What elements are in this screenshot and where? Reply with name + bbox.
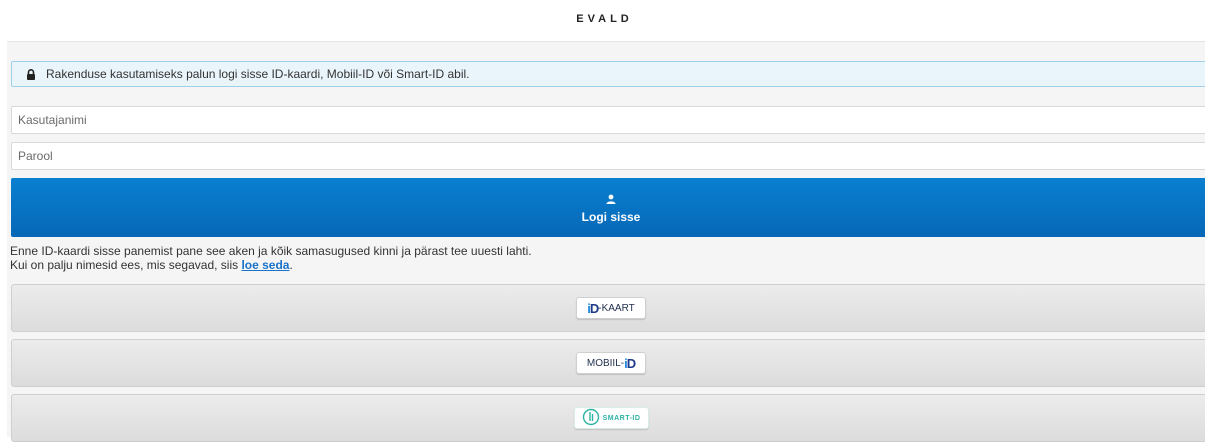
lock-icon [26,68,36,80]
smart-id-logo: SMART-ID [573,407,649,429]
help-line-2-suffix: . [289,258,293,272]
mobile-id-logo: MOBIIL-iD [576,352,646,374]
smart-id-icon [582,408,600,429]
smart-id-logo-text: SMART-ID [602,414,641,422]
app-header: EVALD [0,0,1205,38]
brand-title: EVALD [576,13,633,25]
password-input[interactable] [11,142,1205,170]
read-this-link[interactable]: loe seda [241,258,289,272]
id-card-logo-text: -KAART [598,302,635,314]
user-icon [606,191,616,204]
help-line-2-prefix: Kui on palju nimesid ees, mis segavad, s… [10,258,242,272]
id-logo-mark: iD [587,300,599,316]
username-input[interactable] [11,106,1205,134]
login-notice: Rakenduse kasutamiseks palun logi sisse … [11,61,1205,87]
id-logo-mark: iD [624,355,636,371]
id-card-login-button[interactable]: iD -KAART [11,284,1205,332]
login-button[interactable]: Logi sisse [11,178,1205,237]
id-card-help: Enne ID-kaardi sisse panemist pane see a… [10,244,532,272]
notice-text: Rakenduse kasutamiseks palun logi sisse … [46,67,470,81]
id-card-logo: iD -KAART [576,297,646,319]
smart-id-login-button[interactable]: SMART-ID [11,394,1205,442]
login-button-label: Logi sisse [581,210,641,224]
help-line-1: Enne ID-kaardi sisse panemist pane see a… [10,244,532,258]
mobile-id-logo-text: MOBIIL- [586,357,625,369]
login-panel: Rakenduse kasutamiseks palun logi sisse … [7,41,1205,442]
help-line-2: Kui on palju nimesid ees, mis segavad, s… [10,258,532,272]
mobile-id-login-button[interactable]: MOBIIL-iD [11,339,1205,387]
